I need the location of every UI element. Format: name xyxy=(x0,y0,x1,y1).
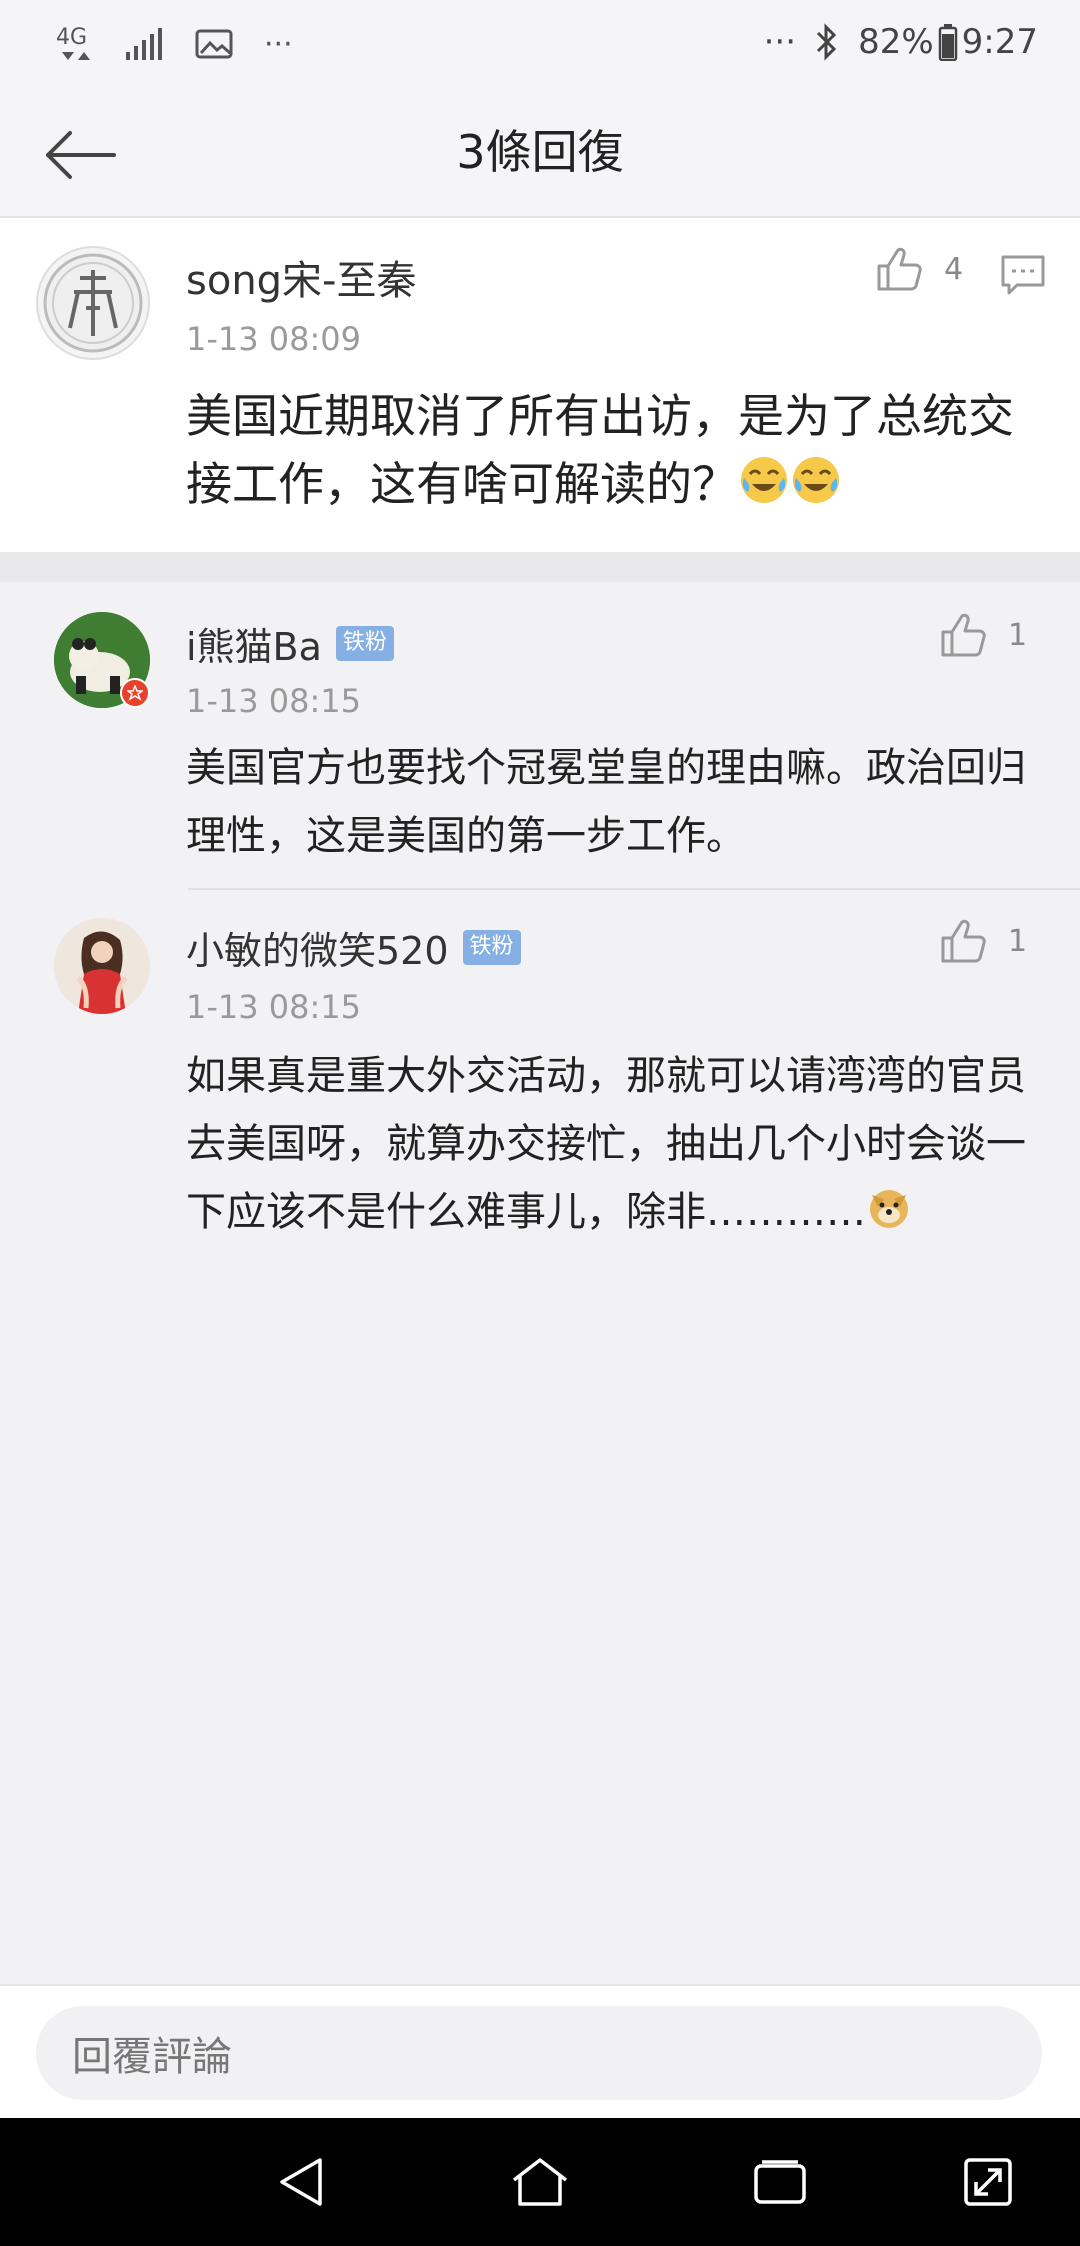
like-button[interactable]: 4 xyxy=(876,246,963,292)
comment-icon xyxy=(1001,255,1045,295)
comment-time: 1-13 08:09 xyxy=(186,320,362,358)
laugh-cry-emoji-icon xyxy=(793,457,839,504)
reply-divider xyxy=(188,888,1080,890)
main-comment: song宋-至秦 1-13 08:09 4 美国近期取消了所有出访，是为了总统交… xyxy=(0,218,1080,552)
laugh-cry-emoji-icon xyxy=(741,457,787,504)
fan-badge: 铁粉 xyxy=(335,626,394,661)
image-notification-icon xyxy=(194,27,234,61)
nav-home-button[interactable] xyxy=(508,2152,572,2212)
fan-badge: 铁粉 xyxy=(462,930,521,965)
reply-input-bar: 回覆評論 xyxy=(0,1984,1080,2118)
clock: 9:27 xyxy=(961,22,1038,62)
nav-back-button[interactable] xyxy=(270,2152,334,2212)
nav-screen-button[interactable] xyxy=(956,2152,1020,2212)
section-divider xyxy=(0,552,1080,582)
like-button[interactable]: 1 xyxy=(940,612,1027,658)
comment-text: 美国近期取消了所有出访，是为了总统交接工作，这有啥可解读的？ xyxy=(186,389,1014,512)
bluetooth-icon xyxy=(814,23,840,61)
thumbs-up-icon xyxy=(941,919,986,963)
reply-input[interactable]: 回覆評論 xyxy=(36,2006,1042,2100)
reply-username[interactable]: i熊猫Ba 铁粉 xyxy=(186,616,394,671)
thumbs-up-icon xyxy=(877,247,922,291)
thumbs-up-icon xyxy=(941,613,986,657)
signal-icon xyxy=(124,26,164,62)
reply-time: 1-13 08:15 xyxy=(186,988,362,1026)
doge-emoji-icon xyxy=(870,1190,908,1228)
network-4g-icon: 4G xyxy=(54,22,94,66)
triangle-back-icon xyxy=(280,2158,322,2206)
avatar[interactable] xyxy=(54,918,150,1014)
verified-badge-icon xyxy=(120,678,150,708)
system-nav-bar xyxy=(0,2118,1080,2246)
like-count: 1 xyxy=(1008,617,1028,653)
expand-icon xyxy=(964,2158,1012,2206)
header: 3條回復 xyxy=(0,92,1080,218)
reply-time: 1-13 08:15 xyxy=(186,682,362,720)
reply-button[interactable] xyxy=(1000,254,1046,300)
battery-icon xyxy=(938,23,958,61)
reply-username[interactable]: 小敏的微笑520 铁粉 xyxy=(186,920,521,975)
page-title: 3條回復 xyxy=(456,125,624,179)
like-count: 1 xyxy=(1008,923,1028,959)
more-notifications-indicator: ··· xyxy=(264,26,293,62)
status-bar: 4G ··· ··· 82% 9:27 xyxy=(0,0,1080,92)
like-count: 4 xyxy=(944,251,964,287)
reply-text: 美国官方也要找个冠冕堂皇的理由嘛。政治回归理性，这是美国的第一步工作。 xyxy=(186,745,1026,859)
more-status-indicator: ··· xyxy=(763,22,797,62)
home-icon xyxy=(512,2158,568,2206)
avatar[interactable] xyxy=(36,246,150,360)
nav-recents-button[interactable] xyxy=(748,2152,812,2212)
battery-percent: 82% xyxy=(858,22,934,62)
comment-username[interactable]: song宋-至秦 xyxy=(186,248,417,306)
like-button[interactable]: 1 xyxy=(940,918,1027,964)
reply-text: 如果真是重大外交活动，那就可以请湾湾的官员去美国呀，就算办交接忙，抽出几个小时会… xyxy=(186,1053,1026,1235)
recents-icon xyxy=(754,2160,806,2204)
svg-text:4G: 4G xyxy=(56,25,87,50)
